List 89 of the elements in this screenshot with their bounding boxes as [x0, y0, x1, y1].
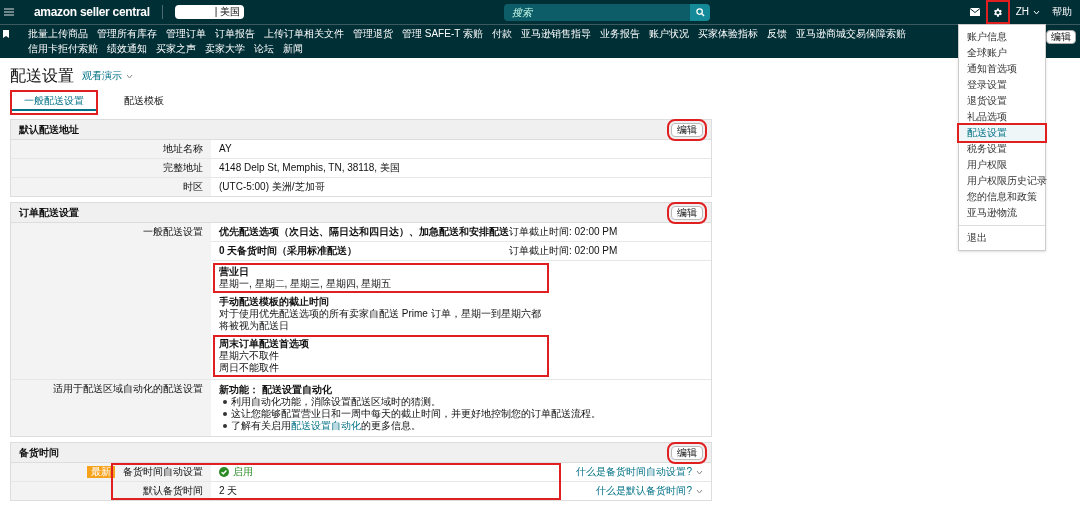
bullet-text: 这让您能够配置营业日和一周中每天的截止时间，并更好地控制您的订单配送流程。	[231, 408, 601, 420]
nav-link[interactable]: 账户状况	[648, 28, 689, 40]
bookmark-icon[interactable]	[3, 30, 9, 38]
help-link[interactable]: 什么是备货时间自动设置?	[576, 466, 692, 478]
nav-link[interactable]: 亚马逊销售指导	[520, 28, 591, 40]
field-label: 适用于配送区域自动化的配送设置	[53, 383, 203, 395]
tab[interactable]: 配送模板	[110, 90, 178, 115]
nav-link[interactable]: 批量上传商品	[28, 28, 88, 40]
tab[interactable]: 一般配送设置	[10, 90, 98, 115]
menu-item[interactable]: 礼品选项	[959, 109, 1045, 125]
field-label: 默认备货时间	[143, 485, 203, 497]
help-link[interactable]: 什么是默认备货时间?	[596, 485, 692, 497]
menu-item[interactable]: 退出	[959, 230, 1045, 246]
search-field[interactable]: 搜索	[504, 3, 691, 21]
field-label: 时区	[183, 181, 203, 193]
nav-link[interactable]: 信用卡拒付索赔	[28, 43, 98, 55]
menu-item[interactable]: 账户信息	[959, 29, 1045, 45]
nav-link[interactable]: 新闻	[283, 43, 303, 55]
menu-item[interactable]: 用户权限历史记录	[959, 173, 1045, 189]
nav-link[interactable]: 买家之声	[156, 43, 196, 55]
block-title: 周末订单配送首选项	[219, 338, 310, 350]
block-title: 营业日	[219, 266, 250, 278]
nav-link[interactable]: 订单报告	[215, 28, 255, 40]
menu-item[interactable]: 退货设置	[959, 93, 1045, 109]
field-value: 启用	[233, 466, 253, 478]
caret-icon	[1033, 9, 1040, 15]
feature-heading: 新功能： 配送设置自动化	[219, 384, 333, 396]
nav-link[interactable]: 管理订单	[166, 28, 206, 40]
help-link[interactable]: 帮助	[1052, 6, 1072, 18]
nav-link[interactable]: 上传订单相关文件	[264, 28, 344, 40]
caret-icon	[126, 73, 133, 79]
menu-item[interactable]: 您的信息和政策	[959, 189, 1045, 205]
block-text: 周日不能取件	[219, 362, 280, 374]
logo[interactable]: amazon seller central	[34, 6, 150, 18]
search-icon	[695, 7, 705, 17]
demo-link[interactable]: 观看演示	[82, 70, 122, 82]
field-label: 地址名称	[163, 143, 203, 155]
block-title: 手动配送模板的截止时间	[219, 296, 330, 308]
field-value: 4148 Delp St, Memphis, TN, 38118, 美国	[219, 162, 400, 173]
edit-button[interactable]: 编辑	[1046, 30, 1076, 44]
nav-link[interactable]: 亚马逊商城交易保障索赔	[795, 28, 906, 40]
settings-icon	[992, 6, 1004, 18]
cutoff-time: 订单截止时间: 02:00 PM	[509, 226, 618, 238]
new-badge: 最新	[87, 466, 115, 478]
nav-link[interactable]: 买家体验指标	[697, 28, 758, 40]
menu-item[interactable]: 用户权限	[959, 157, 1045, 173]
bullet-text: 利用自动化功能，消除设置配送区域时的猜测。	[231, 396, 441, 408]
menu-item[interactable]: 通知首选项	[959, 61, 1045, 77]
menu-item[interactable]: 税务设置	[959, 141, 1045, 157]
settings-button[interactable]	[987, 2, 1008, 22]
nav-link[interactable]: 绩效通知	[107, 43, 147, 55]
nav-link[interactable]: 管理所有库存	[97, 28, 157, 40]
nav-link[interactable]: 卖家大学	[205, 43, 245, 55]
feature-link[interactable]: 配送设置自动化	[291, 420, 361, 431]
nav-link[interactable]: 管理退货	[353, 28, 393, 40]
caret-icon	[696, 488, 703, 494]
panel-title: 默认配送地址	[19, 123, 79, 136]
nav-link[interactable]: 业务报告	[599, 28, 640, 40]
check-icon	[219, 467, 229, 477]
page-title: 配送设置	[10, 66, 74, 86]
panel-title: 备货时间	[19, 446, 59, 459]
nav-link[interactable]: 管理 SAFE-T 索赔	[402, 28, 483, 40]
shipping-option: 0 天备货时间（采用标准配送）	[219, 245, 509, 257]
nav-link[interactable]: 反馈	[766, 28, 787, 40]
menu-item[interactable]: 配送设置	[959, 125, 1045, 141]
field-value: AY	[219, 143, 232, 154]
field-label: 一般配送设置	[143, 226, 203, 238]
bullet-text: 了解有关启用配送设置自动化的更多信息。	[231, 420, 421, 432]
panel-title: 订单配送设置	[19, 206, 79, 219]
block-text: 星期一, 星期二, 星期三, 星期四, 星期五	[219, 278, 393, 290]
shipping-option: 优先配送选项（次日达、隔日达和四日达）、加急配送和安排配送	[219, 226, 509, 238]
block-text: 星期六不取件	[219, 350, 280, 362]
menu-item[interactable]: 亚马逊物流	[959, 205, 1045, 221]
mail-icon[interactable]	[969, 8, 980, 16]
marketplace-selector[interactable]: | 美国	[174, 5, 245, 19]
menu-icon[interactable]	[4, 8, 14, 16]
field-value: (UTC-5:00) 美洲/芝加哥	[219, 181, 325, 192]
caret-icon	[696, 469, 703, 475]
search-button[interactable]	[690, 3, 711, 21]
language-selector[interactable]: ZH	[1015, 6, 1029, 18]
field-label: 完整地址	[163, 162, 203, 174]
nav-link[interactable]: 付款	[491, 28, 512, 40]
block-text: 对于使用优先配送选项的所有卖家自配送 Prime 订单，星期一到星期六都将被视为配送日	[219, 308, 542, 332]
field-value: 2 天	[219, 485, 238, 497]
field-label: 备货时间自动设置	[123, 466, 203, 478]
menu-item[interactable]: 登录设置	[959, 77, 1045, 93]
nav-link[interactable]: 论坛	[254, 43, 274, 55]
cutoff-time: 订单截止时间: 02:00 PM	[509, 245, 618, 257]
menu-item[interactable]: 全球账户	[959, 45, 1045, 61]
